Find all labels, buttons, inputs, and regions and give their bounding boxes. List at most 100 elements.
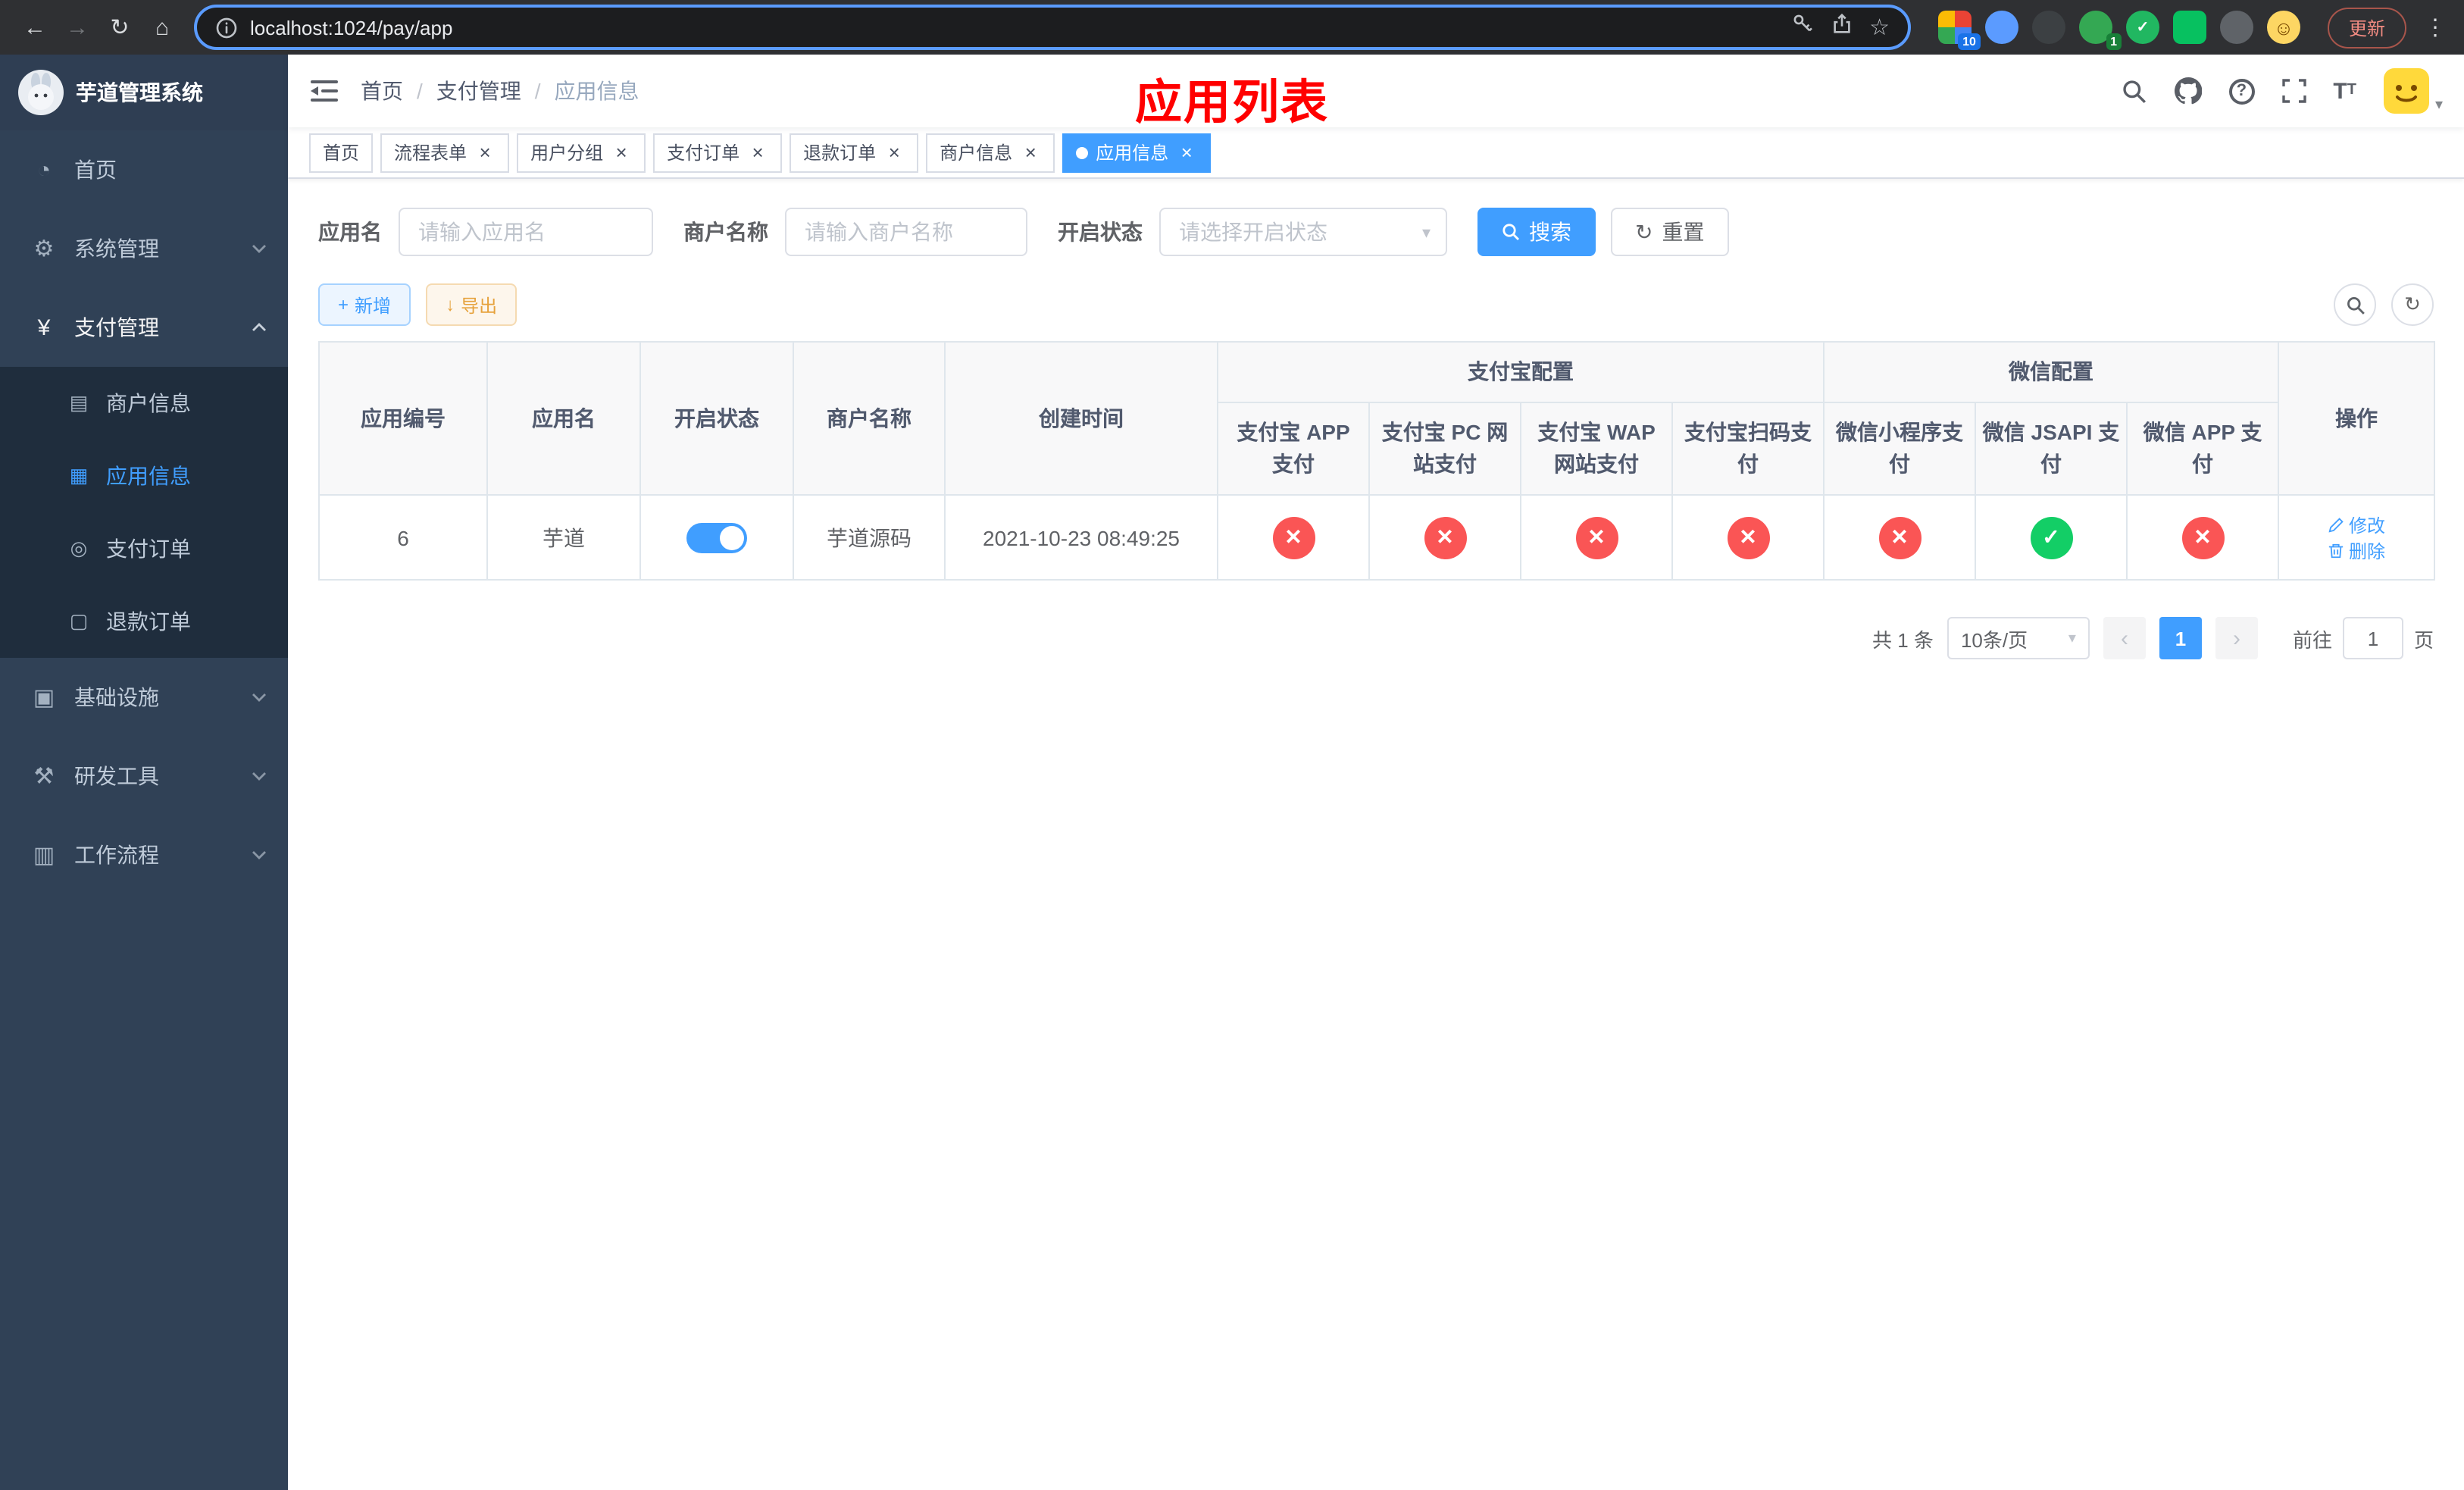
close-icon[interactable]: × (474, 141, 496, 164)
close-icon[interactable]: × (1176, 141, 1197, 164)
home-icon[interactable]: ⌂ (142, 8, 182, 47)
chrome-update-button[interactable]: 更新 (2327, 7, 2406, 48)
refresh-button[interactable]: ↻ (2391, 283, 2434, 326)
extensions-area: 10 1 ✓ ☺ (1937, 11, 2300, 50)
bookmark-star-icon[interactable]: ☆ (1869, 16, 1890, 39)
select-placeholder: 请选择开启状态 (1179, 220, 1327, 244)
col-merchant: 商户名称 (793, 341, 946, 496)
site-info-icon[interactable] (215, 16, 238, 39)
fullscreen-icon[interactable] (2281, 79, 2306, 103)
status-toggle[interactable] (686, 522, 747, 552)
back-icon[interactable]: ← (15, 8, 55, 47)
merchant-name-label: 商户名称 (683, 220, 768, 244)
password-key-icon[interactable] (1790, 12, 1813, 42)
breadcrumb-separator: / (417, 79, 423, 103)
extension-icon[interactable] (2172, 11, 2206, 44)
tab-user-group[interactable]: 用户分组 × (517, 133, 646, 172)
delete-link[interactable]: 删除 (2328, 537, 2385, 563)
next-page-button[interactable]: › (2215, 617, 2258, 659)
active-dot (1076, 146, 1089, 158)
tab-label: 退款订单 (803, 142, 877, 164)
tab-home[interactable]: 首页 (309, 133, 374, 172)
tab-refund-order[interactable]: 退款订单 × (790, 133, 919, 172)
extension-icon[interactable]: 10 (1937, 11, 1981, 50)
search-button[interactable]: 搜索 (1477, 208, 1596, 256)
breadcrumb-home[interactable]: 首页 (361, 76, 403, 106)
help-icon[interactable]: ? (2228, 78, 2255, 104)
sidebar-item-infrastructure[interactable]: ▣ 基础设施 (0, 658, 288, 737)
cell-status (639, 494, 794, 581)
export-button[interactable]: ↓ 导出 (426, 283, 518, 326)
navbar-actions: ? TT ▾ (2121, 68, 2464, 114)
edit-link[interactable]: 修改 (2328, 512, 2385, 537)
address-bar[interactable]: localhost:1024/pay/app ☆ (194, 5, 1911, 50)
sidebar-item-workflow[interactable]: ▥ 工作流程 (0, 815, 288, 894)
tab-payment-order[interactable]: 支付订单 × (653, 133, 783, 172)
logo-rabbit-icon (18, 70, 64, 115)
close-icon[interactable]: × (883, 141, 905, 164)
browser-toolbar: ← → ↻ ⌂ localhost:1024/pay/app ☆ 10 1 ✓ … (0, 0, 2464, 55)
sidebar-item-home[interactable]: ◔ 首页 (0, 130, 288, 209)
close-icon[interactable]: × (611, 141, 632, 164)
tab-process-form[interactable]: 流程表单 × (380, 133, 510, 172)
github-icon[interactable] (2174, 77, 2202, 105)
refresh-icon: ↻ (1635, 219, 1653, 243)
app-name-label: 应用名 (318, 220, 382, 244)
sidebar-item-refund-order[interactable]: ▢ 退款订单 (0, 585, 288, 658)
col-wx-mini: 微信小程序支付 (1823, 402, 1976, 496)
group-wechat-config: 微信配置 (1822, 341, 2280, 403)
status-label: 开启状态 (1058, 220, 1143, 244)
sidebar-item-label: 退款订单 (106, 609, 191, 634)
tab-label: 支付订单 (667, 142, 740, 164)
user-avatar[interactable]: ▾ (2383, 68, 2443, 114)
dashboard-icon: ◔ (36, 157, 52, 183)
monitor-icon: ▣ (33, 685, 55, 711)
app-logo[interactable]: 芋道管理系统 (0, 55, 288, 130)
browser-menu-icon[interactable]: ⋮ (2422, 14, 2449, 41)
search-icon[interactable] (2121, 78, 2147, 104)
sidebar-item-dev-tools[interactable]: ⚒ 研发工具 (0, 737, 288, 815)
page-title-annotation: 应用列表 (1135, 76, 1329, 129)
forward-icon[interactable]: → (58, 8, 97, 47)
url-text[interactable]: localhost:1024/pay/app (250, 16, 1778, 39)
extension-icon[interactable]: ✓ (2125, 11, 2159, 44)
app-name-input[interactable] (399, 208, 653, 256)
tab-app-info[interactable]: 应用信息 × (1062, 133, 1212, 172)
sidebar-item-merchant-info[interactable]: ▤ 商户信息 (0, 367, 288, 440)
extension-icon[interactable] (2219, 11, 2253, 44)
toggle-search-button[interactable] (2334, 283, 2376, 326)
document-icon: ▢ (69, 609, 89, 632)
prev-page-button[interactable]: ‹ (2103, 617, 2146, 659)
tab-merchant-info[interactable]: 商户信息 × (926, 133, 1055, 172)
breadcrumb-payment[interactable]: 支付管理 (436, 76, 521, 106)
reload-icon[interactable]: ↻ (100, 8, 139, 47)
col-actions: 操作 (2278, 341, 2436, 496)
hamburger-icon[interactable] (288, 55, 361, 127)
extension-icon[interactable] (2031, 11, 2065, 44)
close-icon[interactable]: × (1020, 141, 1041, 164)
sidebar-item-system[interactable]: ⚙ 系统管理 (0, 209, 288, 288)
cell-actions: 修改 删除 (2278, 494, 2436, 581)
goto-label: 前往 (2292, 628, 2332, 651)
font-size-icon[interactable]: TT (2333, 80, 2356, 102)
reset-button[interactable]: ↻ 重置 (1611, 208, 1729, 256)
profile-avatar-icon[interactable]: ☺ (2266, 11, 2300, 44)
sidebar-item-payment[interactable]: ¥ 支付管理 (0, 288, 288, 367)
close-icon[interactable]: × (747, 141, 768, 164)
goto-page-input[interactable] (2342, 617, 2403, 659)
trash-icon (2328, 543, 2344, 558)
extension-icon[interactable]: 1 (2078, 11, 2122, 50)
extension-icon[interactable] (1984, 11, 2018, 44)
sidebar-item-app-info[interactable]: ▦ 应用信息 (0, 440, 288, 512)
table-row: 6 芋道 芋道源码 2021-10-23 08:49:25 ✕ ✕ ✕ ✕ ✕ … (318, 494, 2436, 581)
add-button[interactable]: + 新增 (318, 283, 411, 326)
merchant-name-input[interactable] (785, 208, 1027, 256)
page-size-select[interactable]: 10条/页 ▾ (1946, 617, 2090, 659)
share-icon[interactable] (1830, 12, 1853, 42)
sidebar-submenu-payment: ▤ 商户信息 ▦ 应用信息 ◎ 支付订单 ▢ 退款订单 (0, 367, 288, 658)
current-page-button[interactable]: 1 (2159, 617, 2202, 659)
col-wx-jsapi: 微信 JSAPI 支付 (1975, 402, 2128, 496)
status-select[interactable]: 请选择开启状态 ▾ (1159, 208, 1447, 256)
sidebar-item-payment-order[interactable]: ◎ 支付订单 (0, 512, 288, 585)
wx-mini-status-icon: ✕ (1878, 516, 1921, 559)
